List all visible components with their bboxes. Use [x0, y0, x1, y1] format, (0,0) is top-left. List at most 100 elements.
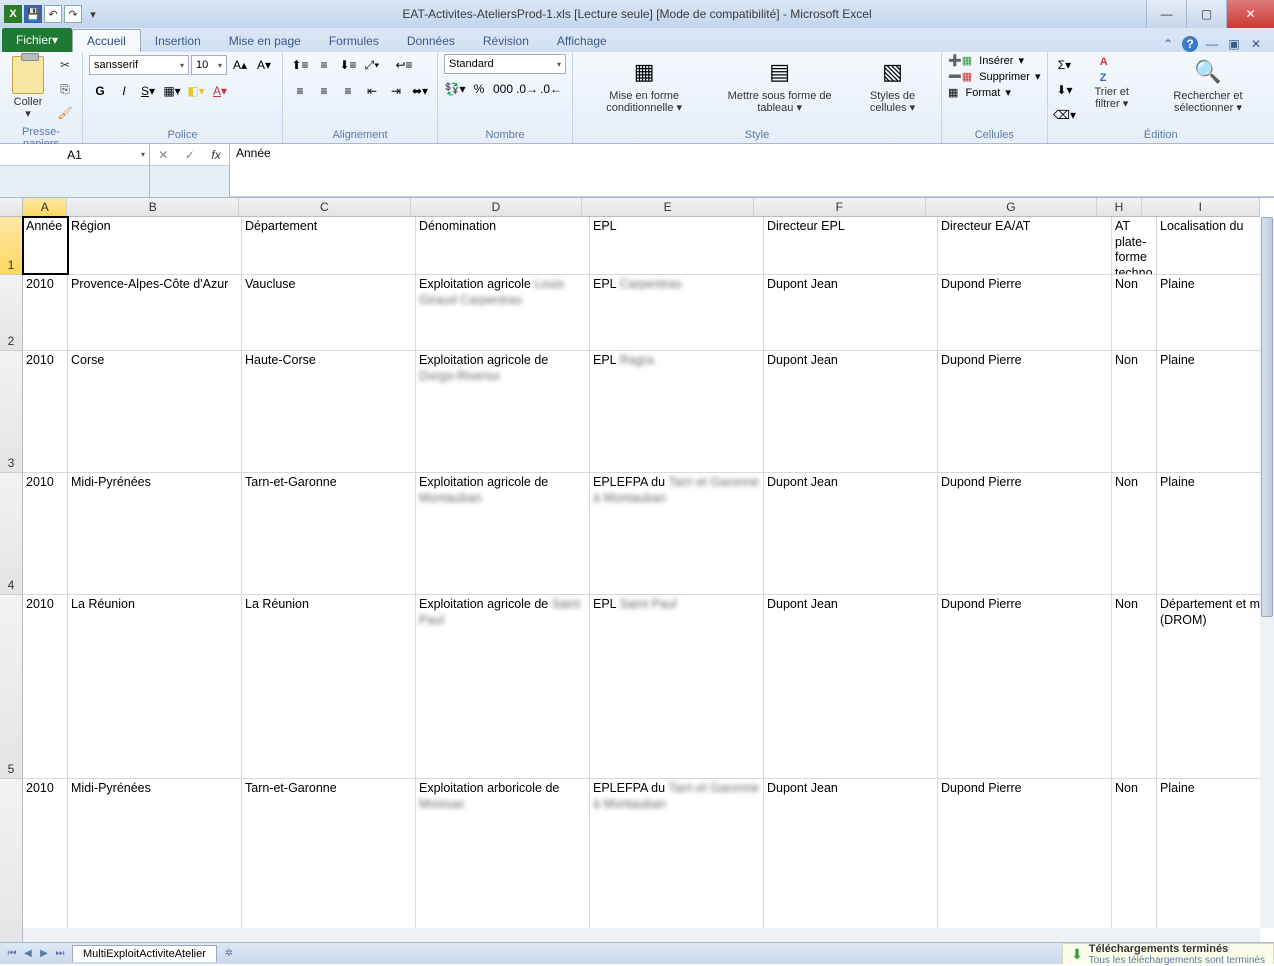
cut-icon[interactable]: ✂ [54, 54, 76, 76]
cell[interactable]: EPLEFPA du Tarn et Garonne à Montauban [590, 473, 764, 594]
cell[interactable]: Dupond Pierre [938, 351, 1112, 472]
scroll-thumb[interactable] [1261, 217, 1273, 617]
font-size-select[interactable]: 10 [191, 55, 227, 75]
format-table-button[interactable]: ▤Mettre sous forme de tableau ▾ [713, 54, 846, 116]
align-top-icon[interactable]: ⬆≡ [289, 54, 311, 76]
cell[interactable]: Dupont Jean [764, 779, 938, 942]
cell[interactable]: Année [23, 217, 68, 274]
cell[interactable]: 2010 [23, 351, 68, 472]
minimize-ribbon-icon[interactable]: ⌃ [1160, 36, 1176, 52]
decrease-decimal-icon[interactable]: .0← [540, 78, 562, 100]
cell[interactable]: Dupond Pierre [938, 595, 1112, 778]
decrease-font-icon[interactable]: A▾ [253, 54, 275, 76]
col-header-B[interactable]: B [67, 198, 239, 217]
tab-review[interactable]: Révision [469, 30, 543, 52]
col-header-I[interactable]: I [1142, 198, 1260, 217]
cell[interactable]: EPL Carpentras [590, 275, 764, 350]
cell[interactable]: Région [68, 217, 242, 274]
cell[interactable]: Directeur EPL [764, 217, 938, 274]
thousands-icon[interactable]: 000 [492, 78, 514, 100]
sheet-nav-prev-icon[interactable]: ◀ [20, 946, 36, 962]
cancel-formula-icon[interactable]: ✕ [158, 148, 168, 162]
cell[interactable]: Tarn-et-Garonne [242, 473, 416, 594]
cell[interactable]: Non [1112, 779, 1157, 942]
paste-button[interactable]: Coller ▾ [6, 54, 50, 122]
align-middle-icon[interactable]: ≡ [313, 54, 335, 76]
align-left-icon[interactable]: ≡ [289, 80, 311, 102]
row-header-3[interactable]: 3 [0, 351, 23, 473]
row-header-2[interactable]: 2 [0, 275, 23, 351]
cell[interactable]: 2010 [23, 473, 68, 594]
tab-insert[interactable]: Insertion [141, 30, 215, 52]
underline-button[interactable]: S▾ [137, 80, 159, 102]
cell[interactable]: Dupont Jean [764, 351, 938, 472]
download-toast[interactable]: ⬇ Téléchargements terminés Tous les télé… [1062, 943, 1274, 964]
cell[interactable]: Exploitation agricole de Dorgo-Riverso [416, 351, 590, 472]
orientation-icon[interactable]: ⤢▾ [361, 54, 383, 76]
cell[interactable]: Département [242, 217, 416, 274]
tab-view[interactable]: Affichage [543, 30, 621, 52]
cell[interactable]: Corse [68, 351, 242, 472]
vertical-scrollbar[interactable] [1260, 217, 1274, 928]
save-icon[interactable]: 💾 [24, 5, 42, 23]
fill-icon[interactable]: ⬇▾ [1054, 79, 1076, 101]
font-name-select[interactable]: sansserif [89, 55, 189, 75]
cell[interactable]: Non [1112, 351, 1157, 472]
tab-home[interactable]: Accueil [72, 29, 141, 52]
cell[interactable]: Exploitation agricole de Saint Paul [416, 595, 590, 778]
col-header-F[interactable]: F [754, 198, 926, 217]
qat-more-icon[interactable]: ▾ [84, 5, 102, 23]
column-headers[interactable]: ABCDEFGHI [23, 198, 1260, 217]
currency-icon[interactable]: 💱▾ [444, 78, 466, 100]
cell[interactable]: Provence-Alpes-Côte d'Azur [68, 275, 242, 350]
cell[interactable]: AT plate-forme techno [1112, 217, 1157, 274]
cell[interactable]: Plaine [1157, 275, 1274, 350]
col-header-G[interactable]: G [926, 198, 1098, 217]
tab-layout[interactable]: Mise en page [215, 30, 315, 52]
cell[interactable]: Exploitation agricole Louis Giraud Carpe… [416, 275, 590, 350]
cell[interactable]: EPLEFPA du Tarn et Garonne à Montauban [590, 779, 764, 942]
new-sheet-icon[interactable]: ✲ [221, 946, 237, 962]
tab-formulas[interactable]: Formules [315, 30, 393, 52]
cell[interactable]: Non [1112, 275, 1157, 350]
wrap-text-icon[interactable]: ↩≡ [393, 54, 415, 76]
spreadsheet-grid[interactable]: ABCDEFGHI 123456 AnnéeRégionDépartementD… [0, 198, 1274, 942]
cell[interactable]: Non [1112, 473, 1157, 594]
percent-icon[interactable]: % [468, 78, 490, 100]
row-header-5[interactable]: 5 [0, 595, 23, 779]
insert-cells-button[interactable]: ➕▦ Insérer ▾ [948, 54, 1040, 67]
bold-button[interactable]: G [89, 80, 111, 102]
increase-font-icon[interactable]: A▴ [229, 54, 251, 76]
merge-icon[interactable]: ⬌▾ [409, 80, 431, 102]
copy-icon[interactable]: ⎘ [54, 78, 76, 100]
name-box[interactable]: A1 [0, 144, 150, 197]
select-all-corner[interactable] [0, 198, 23, 217]
row-header-4[interactable]: 4 [0, 473, 23, 595]
doc-minimize-icon[interactable]: — [1204, 36, 1220, 52]
cell[interactable]: Exploitation agricole de Montauban [416, 473, 590, 594]
tab-data[interactable]: Données [393, 30, 469, 52]
doc-restore-icon[interactable]: ▣ [1226, 36, 1242, 52]
col-header-C[interactable]: C [239, 198, 411, 217]
decrease-indent-icon[interactable]: ⇤ [361, 80, 383, 102]
cell[interactable]: Plaine [1157, 473, 1274, 594]
increase-decimal-icon[interactable]: .0→ [516, 78, 538, 100]
col-header-E[interactable]: E [582, 198, 754, 217]
col-header-A[interactable]: A [23, 198, 67, 217]
border-button[interactable]: ▦▾ [161, 80, 183, 102]
delete-cells-button[interactable]: ➖▦ Supprimer ▾ [948, 70, 1040, 83]
row-header-1[interactable]: 1 [0, 217, 23, 275]
font-color-button[interactable]: A▾ [209, 80, 231, 102]
row-header-6[interactable]: 6 [0, 779, 23, 942]
row-headers[interactable]: 123456 [0, 217, 23, 928]
excel-icon[interactable]: X [4, 5, 22, 23]
italic-button[interactable]: I [113, 80, 135, 102]
cell[interactable]: Midi-Pyrénées [68, 473, 242, 594]
cell[interactable]: Département et mer (DROM) [1157, 595, 1274, 778]
cell[interactable]: Midi-Pyrénées [68, 779, 242, 942]
conditional-format-button[interactable]: ▦Mise en forme conditionnelle ▾ [579, 54, 709, 116]
cell[interactable]: 2010 [23, 275, 68, 350]
cells[interactable]: AnnéeRégionDépartementDénominationEPLDir… [23, 217, 1260, 928]
cell[interactable]: Non [1112, 595, 1157, 778]
cell[interactable]: EPL Ragra [590, 351, 764, 472]
